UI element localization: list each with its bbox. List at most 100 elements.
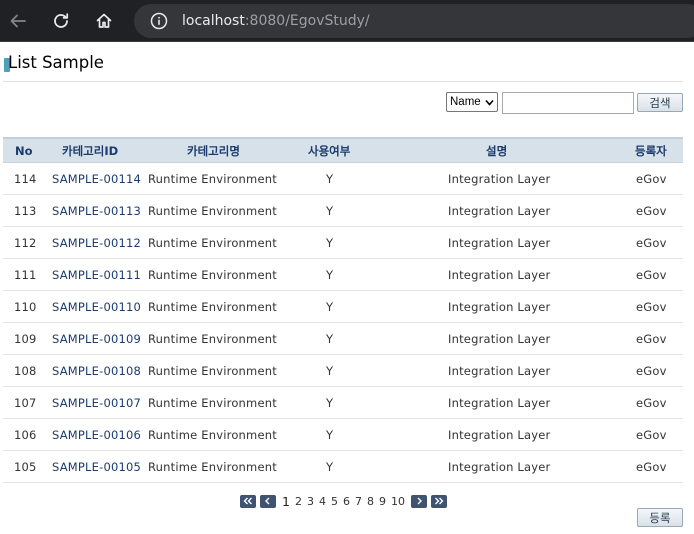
- table-row: 106 SAMPLE-00106 Runtime Environment Y I…: [3, 419, 683, 451]
- table-row: 108 SAMPLE-00108 Runtime Environment Y I…: [3, 355, 683, 387]
- cell-category-name: Runtime Environment: [148, 332, 277, 346]
- cell-description: Integration Layer: [448, 332, 551, 346]
- page-link[interactable]: 8: [367, 495, 374, 508]
- title-divider: [3, 81, 683, 82]
- first-page-icon[interactable]: [240, 494, 256, 508]
- page-content: List Sample Name 검색 No 카테고리ID 카테고리명 사용여부…: [0, 42, 694, 534]
- chevron-down-icon: [485, 99, 494, 106]
- cell-description: Integration Layer: [448, 204, 551, 218]
- category-id-link[interactable]: SAMPLE-00112: [52, 227, 141, 259]
- prev-page-icon[interactable]: [260, 494, 276, 508]
- next-page-icon[interactable]: [410, 494, 427, 508]
- header-category-id: 카테고리ID: [62, 144, 119, 158]
- page-link[interactable]: 10: [391, 495, 405, 508]
- cell-category-name: Runtime Environment: [148, 236, 277, 250]
- browser-toolbar: localhost:8080/EgovStudy/: [0, 0, 694, 42]
- cell-no: 109: [14, 332, 37, 346]
- pagination: 1 2 3 4 5 6 7 8 9 10: [240, 493, 451, 509]
- category-id-link[interactable]: SAMPLE-00108: [52, 355, 141, 387]
- cell-registrant: eGov: [636, 236, 667, 250]
- info-icon[interactable]: [150, 12, 168, 30]
- category-id-link[interactable]: SAMPLE-00111: [52, 259, 141, 291]
- cell-use-yn: Y: [326, 236, 334, 250]
- cell-use-yn: Y: [326, 268, 334, 282]
- cell-category-name: Runtime Environment: [148, 364, 277, 378]
- header-registrant: 등록자: [635, 144, 667, 158]
- cell-category-name: Runtime Environment: [148, 204, 277, 218]
- cell-no: 114: [14, 172, 37, 186]
- table-row: 114 SAMPLE-00114 Runtime Environment Y I…: [3, 163, 683, 195]
- header-use-yn: 사용여부: [308, 144, 351, 158]
- address-bar[interactable]: localhost:8080/EgovStudy/: [134, 4, 694, 38]
- cell-registrant: eGov: [636, 396, 667, 410]
- page-link[interactable]: 9: [379, 495, 386, 508]
- cell-category-name: Runtime Environment: [148, 268, 277, 282]
- page-link[interactable]: 6: [343, 495, 350, 508]
- cell-description: Integration Layer: [448, 396, 551, 410]
- category-id-link[interactable]: SAMPLE-00107: [52, 387, 141, 419]
- cell-description: Integration Layer: [448, 236, 551, 250]
- cell-registrant: eGov: [636, 364, 667, 378]
- table-row: 109 SAMPLE-00109 Runtime Environment Y I…: [3, 323, 683, 355]
- cell-description: Integration Layer: [448, 300, 551, 314]
- cell-registrant: eGov: [636, 428, 667, 442]
- cell-no: 108: [14, 364, 37, 378]
- cell-category-name: Runtime Environment: [148, 172, 277, 186]
- cell-no: 110: [14, 300, 37, 314]
- search-button[interactable]: 검색: [637, 93, 683, 112]
- reload-icon[interactable]: [49, 9, 73, 33]
- url-text: localhost:8080/EgovStudy/: [182, 13, 370, 29]
- cell-registrant: eGov: [636, 332, 667, 346]
- page-link[interactable]: 5: [331, 495, 338, 508]
- cell-description: Integration Layer: [448, 428, 551, 442]
- cell-registrant: eGov: [636, 204, 667, 218]
- header-description: 설명: [486, 144, 508, 158]
- category-id-link[interactable]: SAMPLE-00114: [52, 163, 141, 195]
- search-condition-select[interactable]: Name: [446, 92, 498, 112]
- cell-category-name: Runtime Environment: [148, 396, 277, 410]
- header-category-name: 카테고리명: [187, 144, 240, 158]
- cell-category-name: Runtime Environment: [148, 300, 277, 314]
- register-button[interactable]: 등록: [637, 508, 683, 527]
- cell-description: Integration Layer: [448, 364, 551, 378]
- cell-no: 111: [14, 268, 37, 282]
- cell-registrant: eGov: [636, 268, 667, 282]
- search-condition-value: Name: [450, 96, 481, 108]
- page-link[interactable]: 3: [307, 495, 314, 508]
- page-title: List Sample: [8, 53, 104, 72]
- home-icon[interactable]: [92, 9, 116, 33]
- page-link[interactable]: 2: [295, 495, 302, 508]
- table-row: 112 SAMPLE-00112 Runtime Environment Y I…: [3, 227, 683, 259]
- category-id-link[interactable]: SAMPLE-00113: [52, 195, 141, 227]
- table-header: No 카테고리ID 카테고리명 사용여부 설명 등록자: [3, 139, 683, 163]
- cell-registrant: eGov: [636, 300, 667, 314]
- category-id-link[interactable]: SAMPLE-00105: [52, 451, 141, 483]
- cell-description: Integration Layer: [448, 460, 551, 474]
- cell-registrant: eGov: [636, 172, 667, 186]
- cell-use-yn: Y: [326, 364, 334, 378]
- search-input[interactable]: [502, 92, 634, 114]
- header-no: No: [15, 144, 33, 158]
- table-row: 110 SAMPLE-00110 Runtime Environment Y I…: [3, 291, 683, 323]
- cell-no: 112: [14, 236, 37, 250]
- page-link[interactable]: 4: [319, 495, 326, 508]
- cell-use-yn: Y: [326, 428, 334, 442]
- last-page-icon[interactable]: [430, 494, 447, 508]
- cell-use-yn: Y: [326, 300, 334, 314]
- cell-no: 113: [14, 204, 37, 218]
- cell-registrant: eGov: [636, 460, 667, 474]
- table-row: 113 SAMPLE-00113 Runtime Environment Y I…: [3, 195, 683, 227]
- back-arrow-icon[interactable]: [6, 9, 30, 33]
- page-link-current: 1: [282, 493, 290, 509]
- cell-no: 105: [14, 460, 37, 474]
- category-id-link[interactable]: SAMPLE-00106: [52, 419, 141, 451]
- cell-use-yn: Y: [326, 460, 334, 474]
- category-id-link[interactable]: SAMPLE-00109: [52, 323, 141, 355]
- cell-no: 106: [14, 428, 37, 442]
- cell-use-yn: Y: [326, 172, 334, 186]
- table-row: 105 SAMPLE-00105 Runtime Environment Y I…: [3, 451, 683, 483]
- cell-use-yn: Y: [326, 332, 334, 346]
- category-id-link[interactable]: SAMPLE-00110: [52, 291, 141, 323]
- cell-description: Integration Layer: [448, 172, 551, 186]
- page-link[interactable]: 7: [355, 495, 362, 508]
